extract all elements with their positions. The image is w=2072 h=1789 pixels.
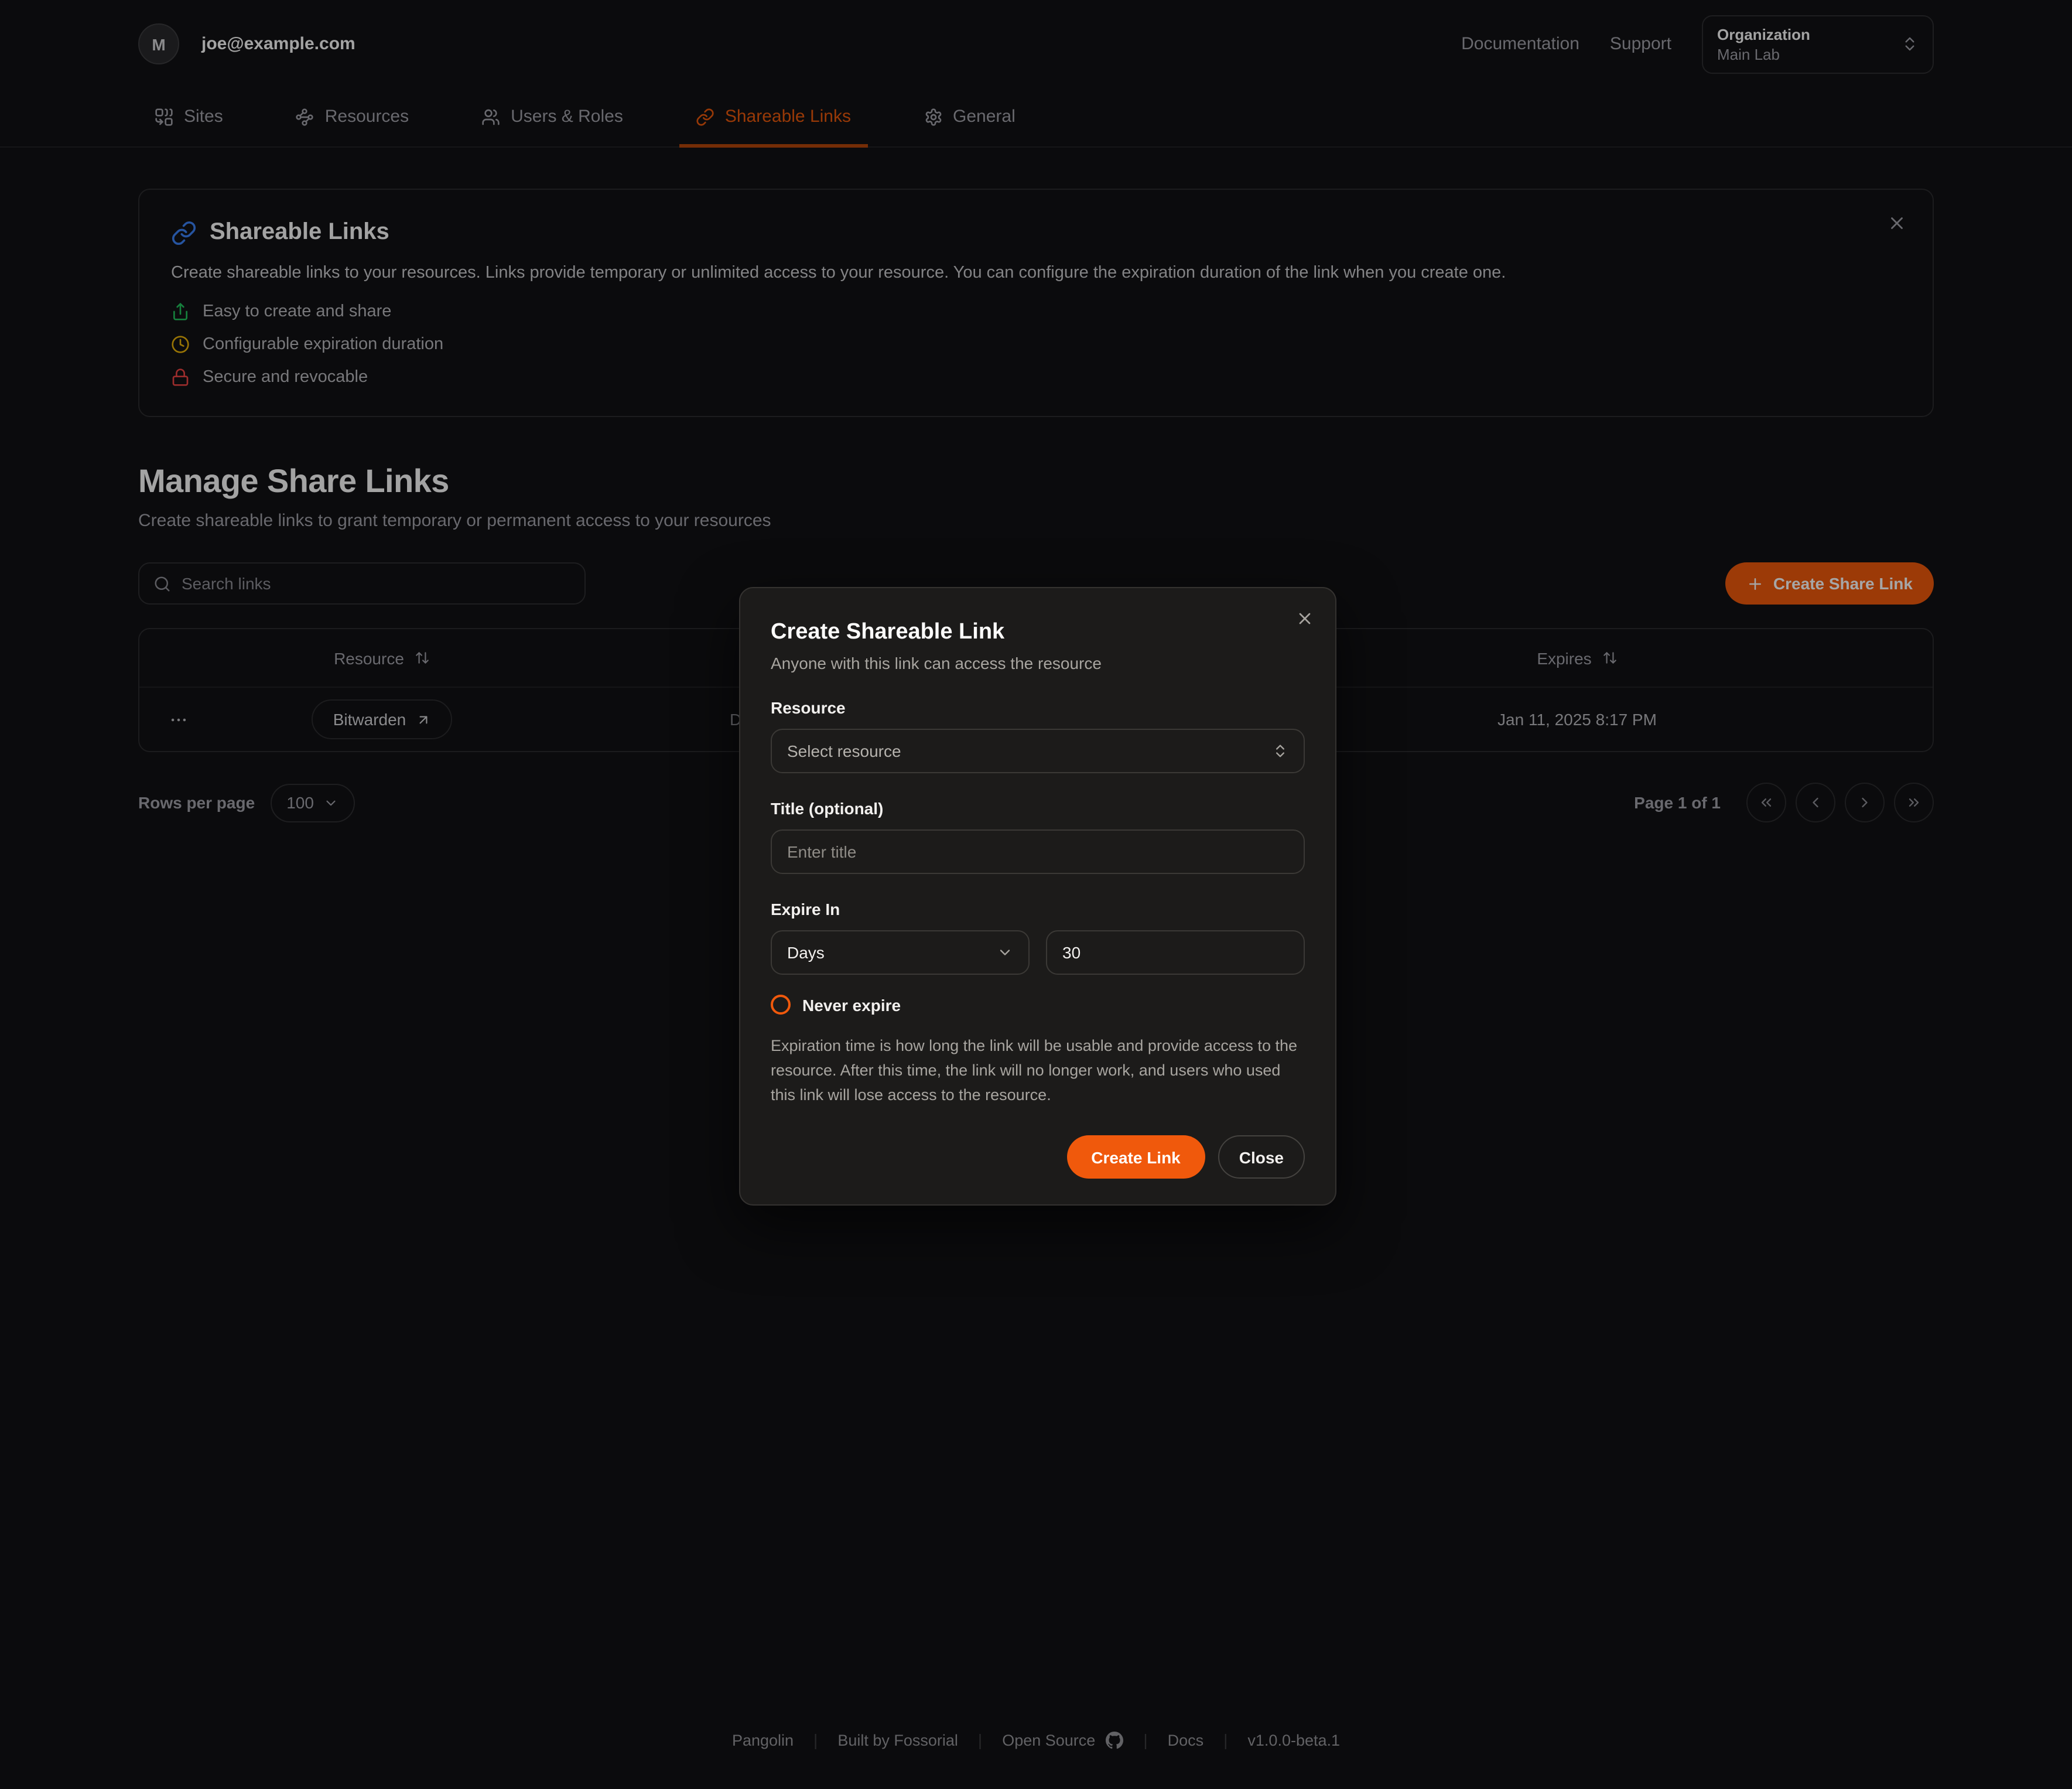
- chevron-down-icon: [997, 944, 1013, 961]
- resource-select[interactable]: Select resource: [771, 729, 1305, 773]
- radio-circle-icon: [771, 995, 791, 1015]
- modal-title: Create Shareable Link: [771, 620, 1305, 646]
- close-button[interactable]: Close: [1218, 1135, 1305, 1179]
- title-label: Title (optional): [771, 799, 1305, 818]
- close-icon[interactable]: [1295, 609, 1314, 628]
- never-expire-label: Never expire: [802, 995, 901, 1014]
- expire-unit-select[interactable]: Days: [771, 930, 1030, 975]
- expiration-help-text: Expiration time is how long the link wil…: [771, 1033, 1305, 1107]
- resource-select-value: Select resource: [787, 742, 901, 760]
- never-expire-radio[interactable]: Never expire: [771, 995, 1305, 1015]
- expire-in-label: Expire In: [771, 900, 1305, 919]
- expire-value-input[interactable]: [1046, 930, 1305, 975]
- resource-label: Resource: [771, 698, 1305, 717]
- create-shareable-link-modal: Create Shareable Link Anyone with this l…: [739, 587, 1336, 1206]
- chevrons-up-down-icon: [1272, 743, 1288, 759]
- modal-subtitle: Anyone with this link can access the res…: [771, 654, 1305, 672]
- expire-unit-value: Days: [787, 943, 825, 962]
- create-link-button[interactable]: Create Link: [1066, 1135, 1205, 1179]
- title-input[interactable]: [771, 829, 1305, 874]
